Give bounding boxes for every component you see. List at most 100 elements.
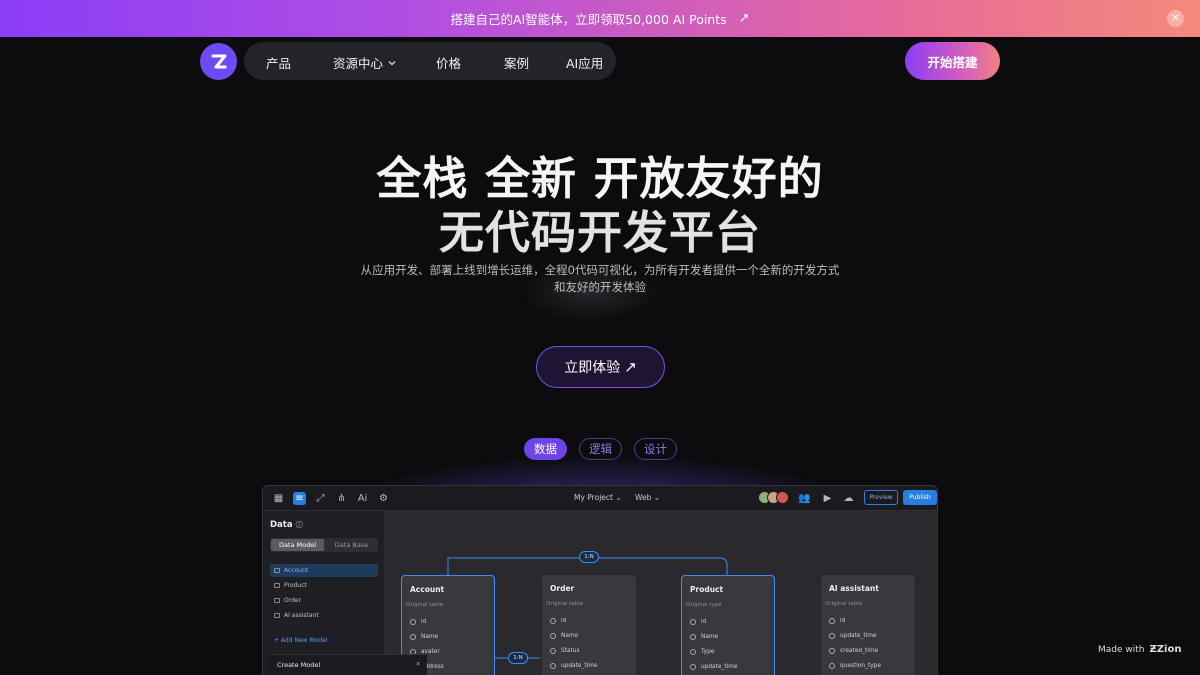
field-name: Type: [701, 649, 715, 655]
card-field: question_type: [829, 663, 881, 669]
try-now-button[interactable]: 立即体验 ↗: [536, 346, 665, 388]
card-field: update_time: [550, 663, 597, 669]
segment-data-model[interactable]: Data Model: [271, 539, 324, 551]
sidebar-item-label: Account: [284, 567, 309, 574]
hero-title-line2: 无代码开发平台: [438, 206, 761, 259]
promo-banner[interactable]: 搭建自己的AI智能体，立即领取50,000 AI Points ↗ ✕: [0, 0, 1200, 37]
card-title: Product: [690, 585, 724, 594]
field-name: id: [701, 619, 707, 625]
sidebar-item-label: Order: [284, 597, 302, 604]
field-name: id: [421, 619, 427, 625]
zion-brand-text: Zion: [1156, 644, 1182, 655]
field-icon: [690, 619, 696, 625]
zion-logo-icon[interactable]: [200, 43, 237, 80]
arrow-up-right-icon: ↗: [738, 11, 750, 26]
pages-icon[interactable]: ▦: [272, 492, 285, 505]
table-icon: [274, 583, 280, 588]
made-with-badge[interactable]: Made with ƵZion: [1098, 644, 1181, 655]
model-card-product[interactable]: Product Original type id Name Type updat…: [681, 575, 775, 675]
card-field: Type: [690, 649, 714, 655]
project-selector[interactable]: My Project ⌄: [574, 493, 622, 502]
field-icon: [829, 648, 835, 654]
preview-button[interactable]: Preview: [864, 490, 898, 505]
field-name: update_time: [701, 664, 738, 670]
card-field: update_time: [690, 664, 737, 670]
nav-item-pricing[interactable]: 价格: [436, 53, 461, 72]
field-icon: [550, 633, 556, 639]
field-name: Name: [701, 634, 719, 640]
relation-badge[interactable]: 1:N: [508, 652, 528, 664]
avatar: [776, 491, 789, 504]
card-field: Name: [410, 634, 438, 640]
card-subtitle: Original table: [406, 602, 444, 608]
field-icon: [829, 663, 835, 669]
help-icon[interactable]: ⓘ: [296, 521, 303, 529]
nav-item-cases[interactable]: 案例: [504, 53, 529, 72]
field-icon: [829, 633, 835, 639]
field-icon: [550, 648, 556, 654]
arrow-up-right-icon: ↗: [624, 358, 637, 376]
sidebar-item-product[interactable]: Product: [270, 579, 378, 592]
field-icon: [550, 663, 556, 669]
sidebar-item-ai-assistant[interactable]: AI assistant: [270, 609, 378, 622]
sidebar-title-text: Data: [270, 520, 293, 530]
nav-item-ai-apps[interactable]: AI应用: [566, 53, 603, 72]
segment-data-base[interactable]: Data Base: [326, 539, 377, 551]
close-icon[interactable]: ✕: [416, 660, 421, 668]
card-field: Status: [550, 648, 579, 654]
cloud-upload-icon[interactable]: ☁: [842, 492, 855, 505]
model-card-ai-assistant[interactable]: AI assistant Original table id update_ti…: [821, 575, 915, 675]
field-name: id: [561, 618, 567, 624]
logic-icon[interactable]: ⤢: [314, 492, 327, 505]
field-name: Name: [421, 634, 439, 640]
field-name: update_time: [561, 663, 598, 669]
gear-icon[interactable]: ⚙: [377, 492, 390, 505]
card-subtitle: Original table: [825, 601, 863, 607]
card-title: AI assistant: [829, 584, 879, 593]
create-model-title: Create Model: [277, 661, 321, 669]
table-icon: [274, 568, 280, 573]
nav-item-resources-label: 资源中心: [333, 56, 384, 71]
card-field: id: [690, 619, 706, 625]
sidebar-item-account[interactable]: Account: [270, 564, 378, 577]
relation-badge[interactable]: 1:N: [579, 551, 599, 563]
field-icon: [410, 634, 416, 640]
create-model-panel: Create Model ✕: [269, 654, 427, 675]
card-title: Order: [550, 584, 575, 593]
card-subtitle: Original type: [686, 602, 722, 608]
field-icon: [690, 649, 696, 655]
field-name: Status: [561, 648, 580, 654]
platform-selector[interactable]: Web ⌄: [635, 493, 660, 502]
close-icon[interactable]: ✕: [1167, 10, 1184, 27]
card-subtitle: Original table: [546, 601, 584, 607]
hero-subtitle-line1: 从应用开发、部署上线到增长运维，全程0代码可视化，为所有开发者提供一个全新的开发…: [360, 263, 840, 277]
hierarchy-icon[interactable]: ⋔: [335, 492, 348, 505]
nav-item-resources[interactable]: 资源中心: [333, 53, 397, 72]
users-icon[interactable]: 👥: [798, 492, 811, 505]
sidebar-item-order[interactable]: Order: [270, 594, 378, 607]
try-now-label: 立即体验: [564, 360, 621, 376]
publish-button[interactable]: Publish: [903, 490, 937, 505]
card-field: id: [550, 618, 566, 624]
app-preview: ▦ ≡ ⤢ ⋔ Ai ⚙ My Project ⌄ Web ⌄ 👥 ▶ ☁ Pr…: [262, 485, 938, 675]
card-field: Name: [690, 634, 718, 640]
field-icon: [410, 619, 416, 625]
banner-text[interactable]: 搭建自己的AI智能体，立即领取50,000 AI Points: [450, 9, 726, 28]
field-name: created_time: [840, 648, 879, 654]
database-icon[interactable]: ≡: [293, 492, 306, 505]
project-name: My Project: [574, 493, 613, 502]
sidebar-item-label: AI assistant: [284, 612, 319, 619]
nav-item-product[interactable]: 产品: [266, 53, 291, 72]
chevron-down-icon: [388, 60, 396, 65]
app-toolbar: ▦ ≡ ⤢ ⋔ Ai ⚙ My Project ⌄ Web ⌄ 👥 ▶ ☁ Pr…: [263, 486, 937, 511]
data-sidebar: Data ⓘ Data Model Data Base Account Prod…: [263, 511, 385, 675]
card-field: id: [410, 619, 426, 625]
model-card-order[interactable]: Order Original table id Name Status upda…: [542, 575, 636, 675]
play-icon[interactable]: ▶: [821, 492, 834, 505]
field-icon: [550, 618, 556, 624]
sidebar-title: Data ⓘ: [270, 520, 303, 530]
ai-icon[interactable]: Ai: [356, 492, 369, 505]
add-model-link[interactable]: + Add New Model: [274, 637, 327, 644]
card-field: created_time: [829, 648, 878, 654]
start-building-button[interactable]: 开始搭建: [905, 42, 1000, 80]
